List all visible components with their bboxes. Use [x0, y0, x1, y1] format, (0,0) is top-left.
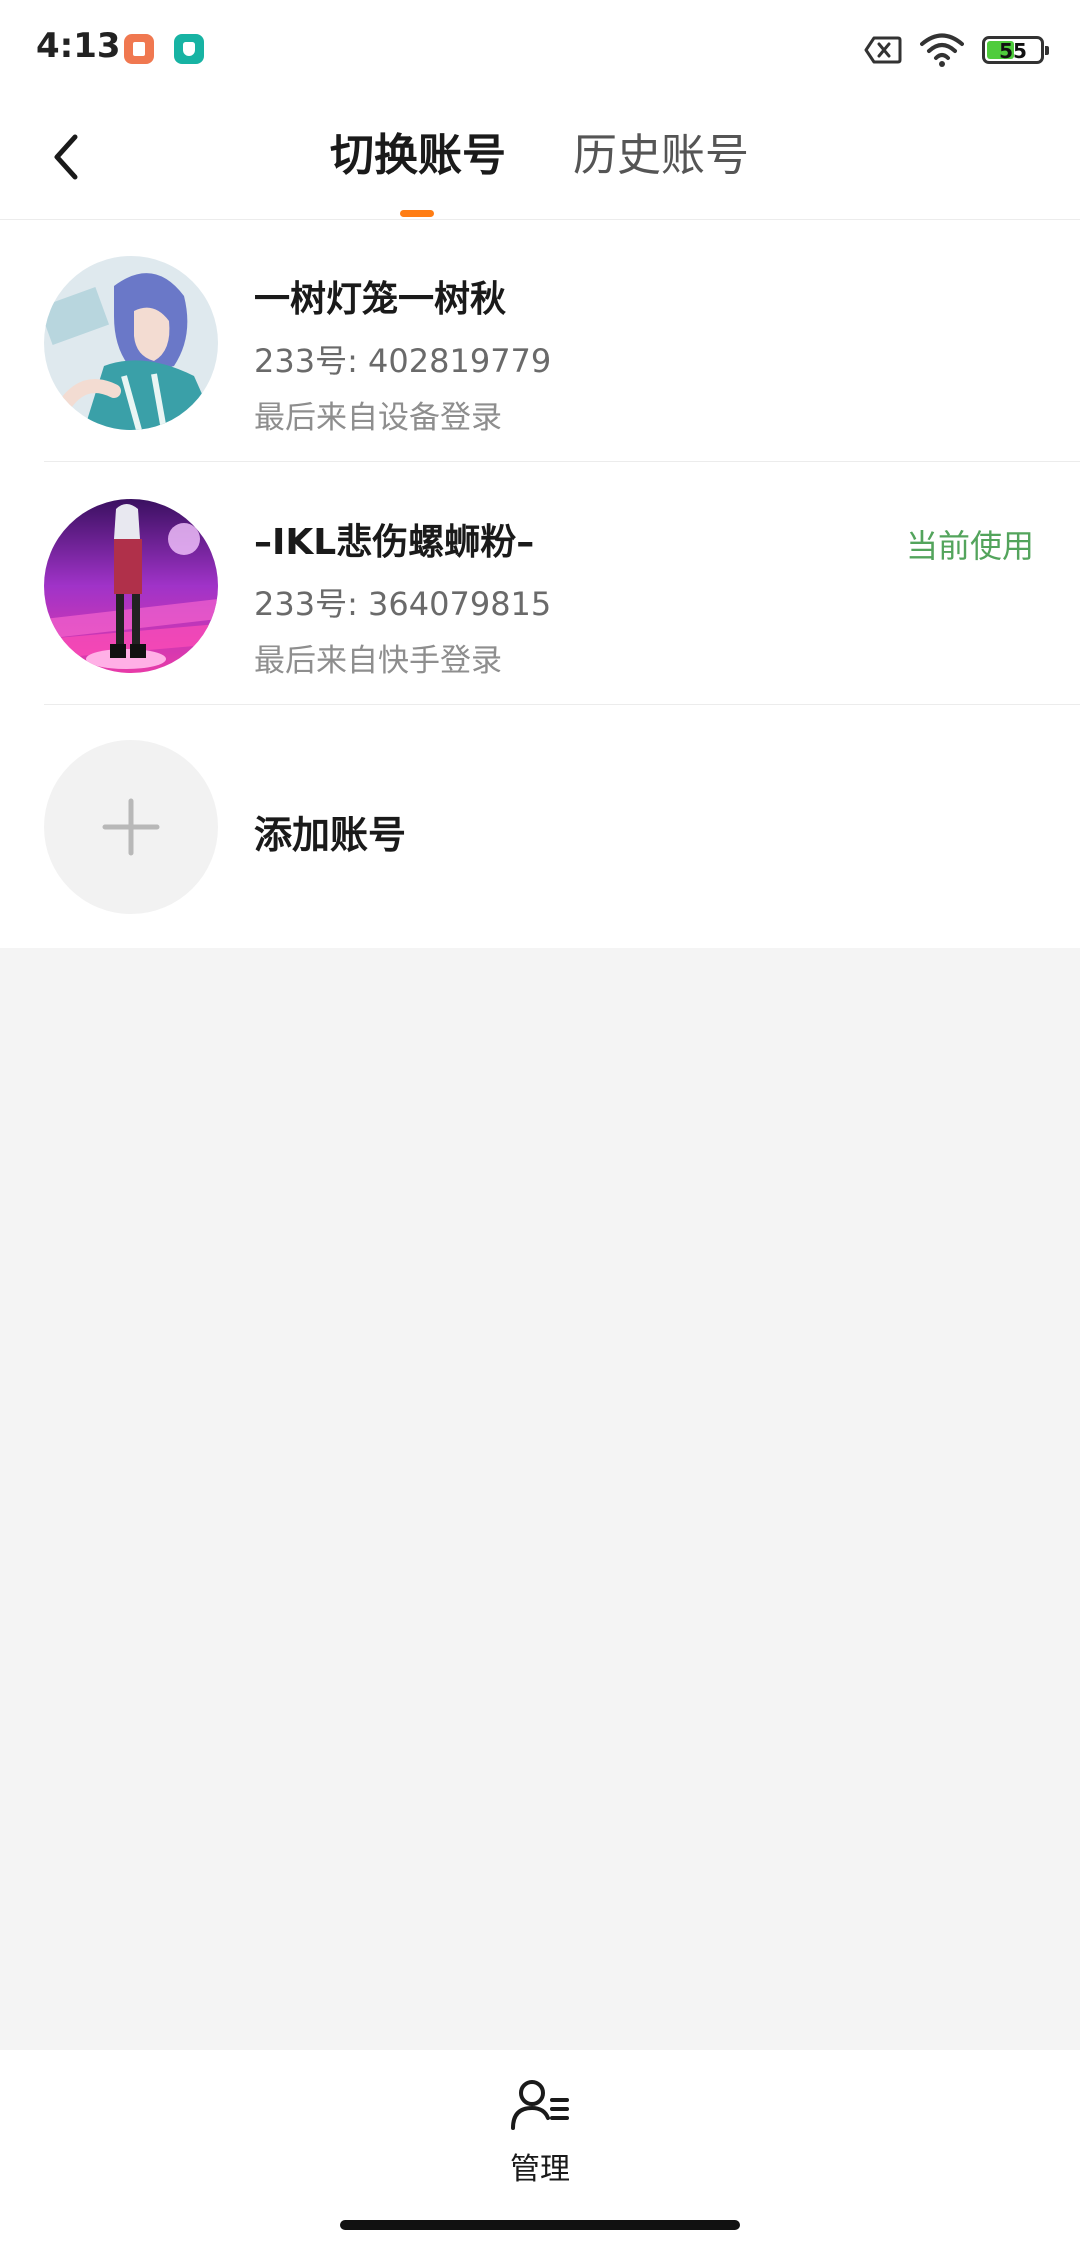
- manage-button[interactable]: 管理: [480, 2078, 600, 2198]
- wifi-icon: [920, 33, 964, 67]
- plus-icon: [102, 798, 160, 856]
- status-right-icons: 55: [864, 30, 1049, 70]
- shield-app-icon: [174, 34, 204, 64]
- account-name: –IKL悲伤螺蛳粉–: [254, 522, 535, 563]
- chevron-left-icon: [54, 134, 78, 180]
- user-list-icon: [511, 2080, 569, 2130]
- account-name: 一树灯笼一树秋: [254, 279, 507, 320]
- account-login-source: 最后来自快手登录: [254, 643, 502, 679]
- bottom-bar: 管理: [0, 2050, 1080, 2248]
- manage-label: 管理: [510, 2152, 570, 2187]
- avatar: [44, 256, 218, 430]
- add-account-label: 添加账号: [254, 813, 407, 857]
- account-id: 233号: 402819779: [254, 342, 552, 380]
- sim-icon: [864, 36, 902, 64]
- active-tab-indicator: [400, 210, 434, 217]
- battery-icon: 55: [982, 36, 1049, 64]
- back-button[interactable]: [36, 122, 96, 192]
- divider: [44, 704, 1080, 705]
- current-account-badge: 当前使用: [905, 527, 1034, 565]
- clipboard-app-icon: [124, 34, 154, 64]
- tab-switch-account[interactable]: 切换账号: [330, 126, 506, 186]
- add-account-circle: [44, 740, 218, 914]
- add-account-button[interactable]: 添加账号: [0, 706, 1080, 948]
- battery-percent: 55: [999, 39, 1027, 63]
- tab-history-account[interactable]: 历史账号: [573, 126, 749, 186]
- home-indicator[interactable]: [340, 2220, 740, 2230]
- divider: [44, 461, 1080, 462]
- status-bar: 4:13 55: [0, 0, 1080, 100]
- avatar: [44, 499, 218, 673]
- account-item[interactable]: 一树灯笼一树秋 233号: 402819779 最后来自设备登录: [0, 220, 1080, 462]
- account-list-panel: 4:13 55 切换账号 历史账号 一树灯笼一树秋 233号: 40281977…: [0, 0, 1080, 948]
- header: 切换账号 历史账号: [0, 100, 1080, 220]
- account-id: 233号: 364079815: [254, 585, 552, 623]
- status-time: 4:13: [36, 26, 121, 66]
- account-item[interactable]: –IKL悲伤螺蛳粉– 当前使用 233号: 364079815 最后来自快手登录: [0, 463, 1080, 705]
- account-login-source: 最后来自设备登录: [254, 400, 502, 436]
